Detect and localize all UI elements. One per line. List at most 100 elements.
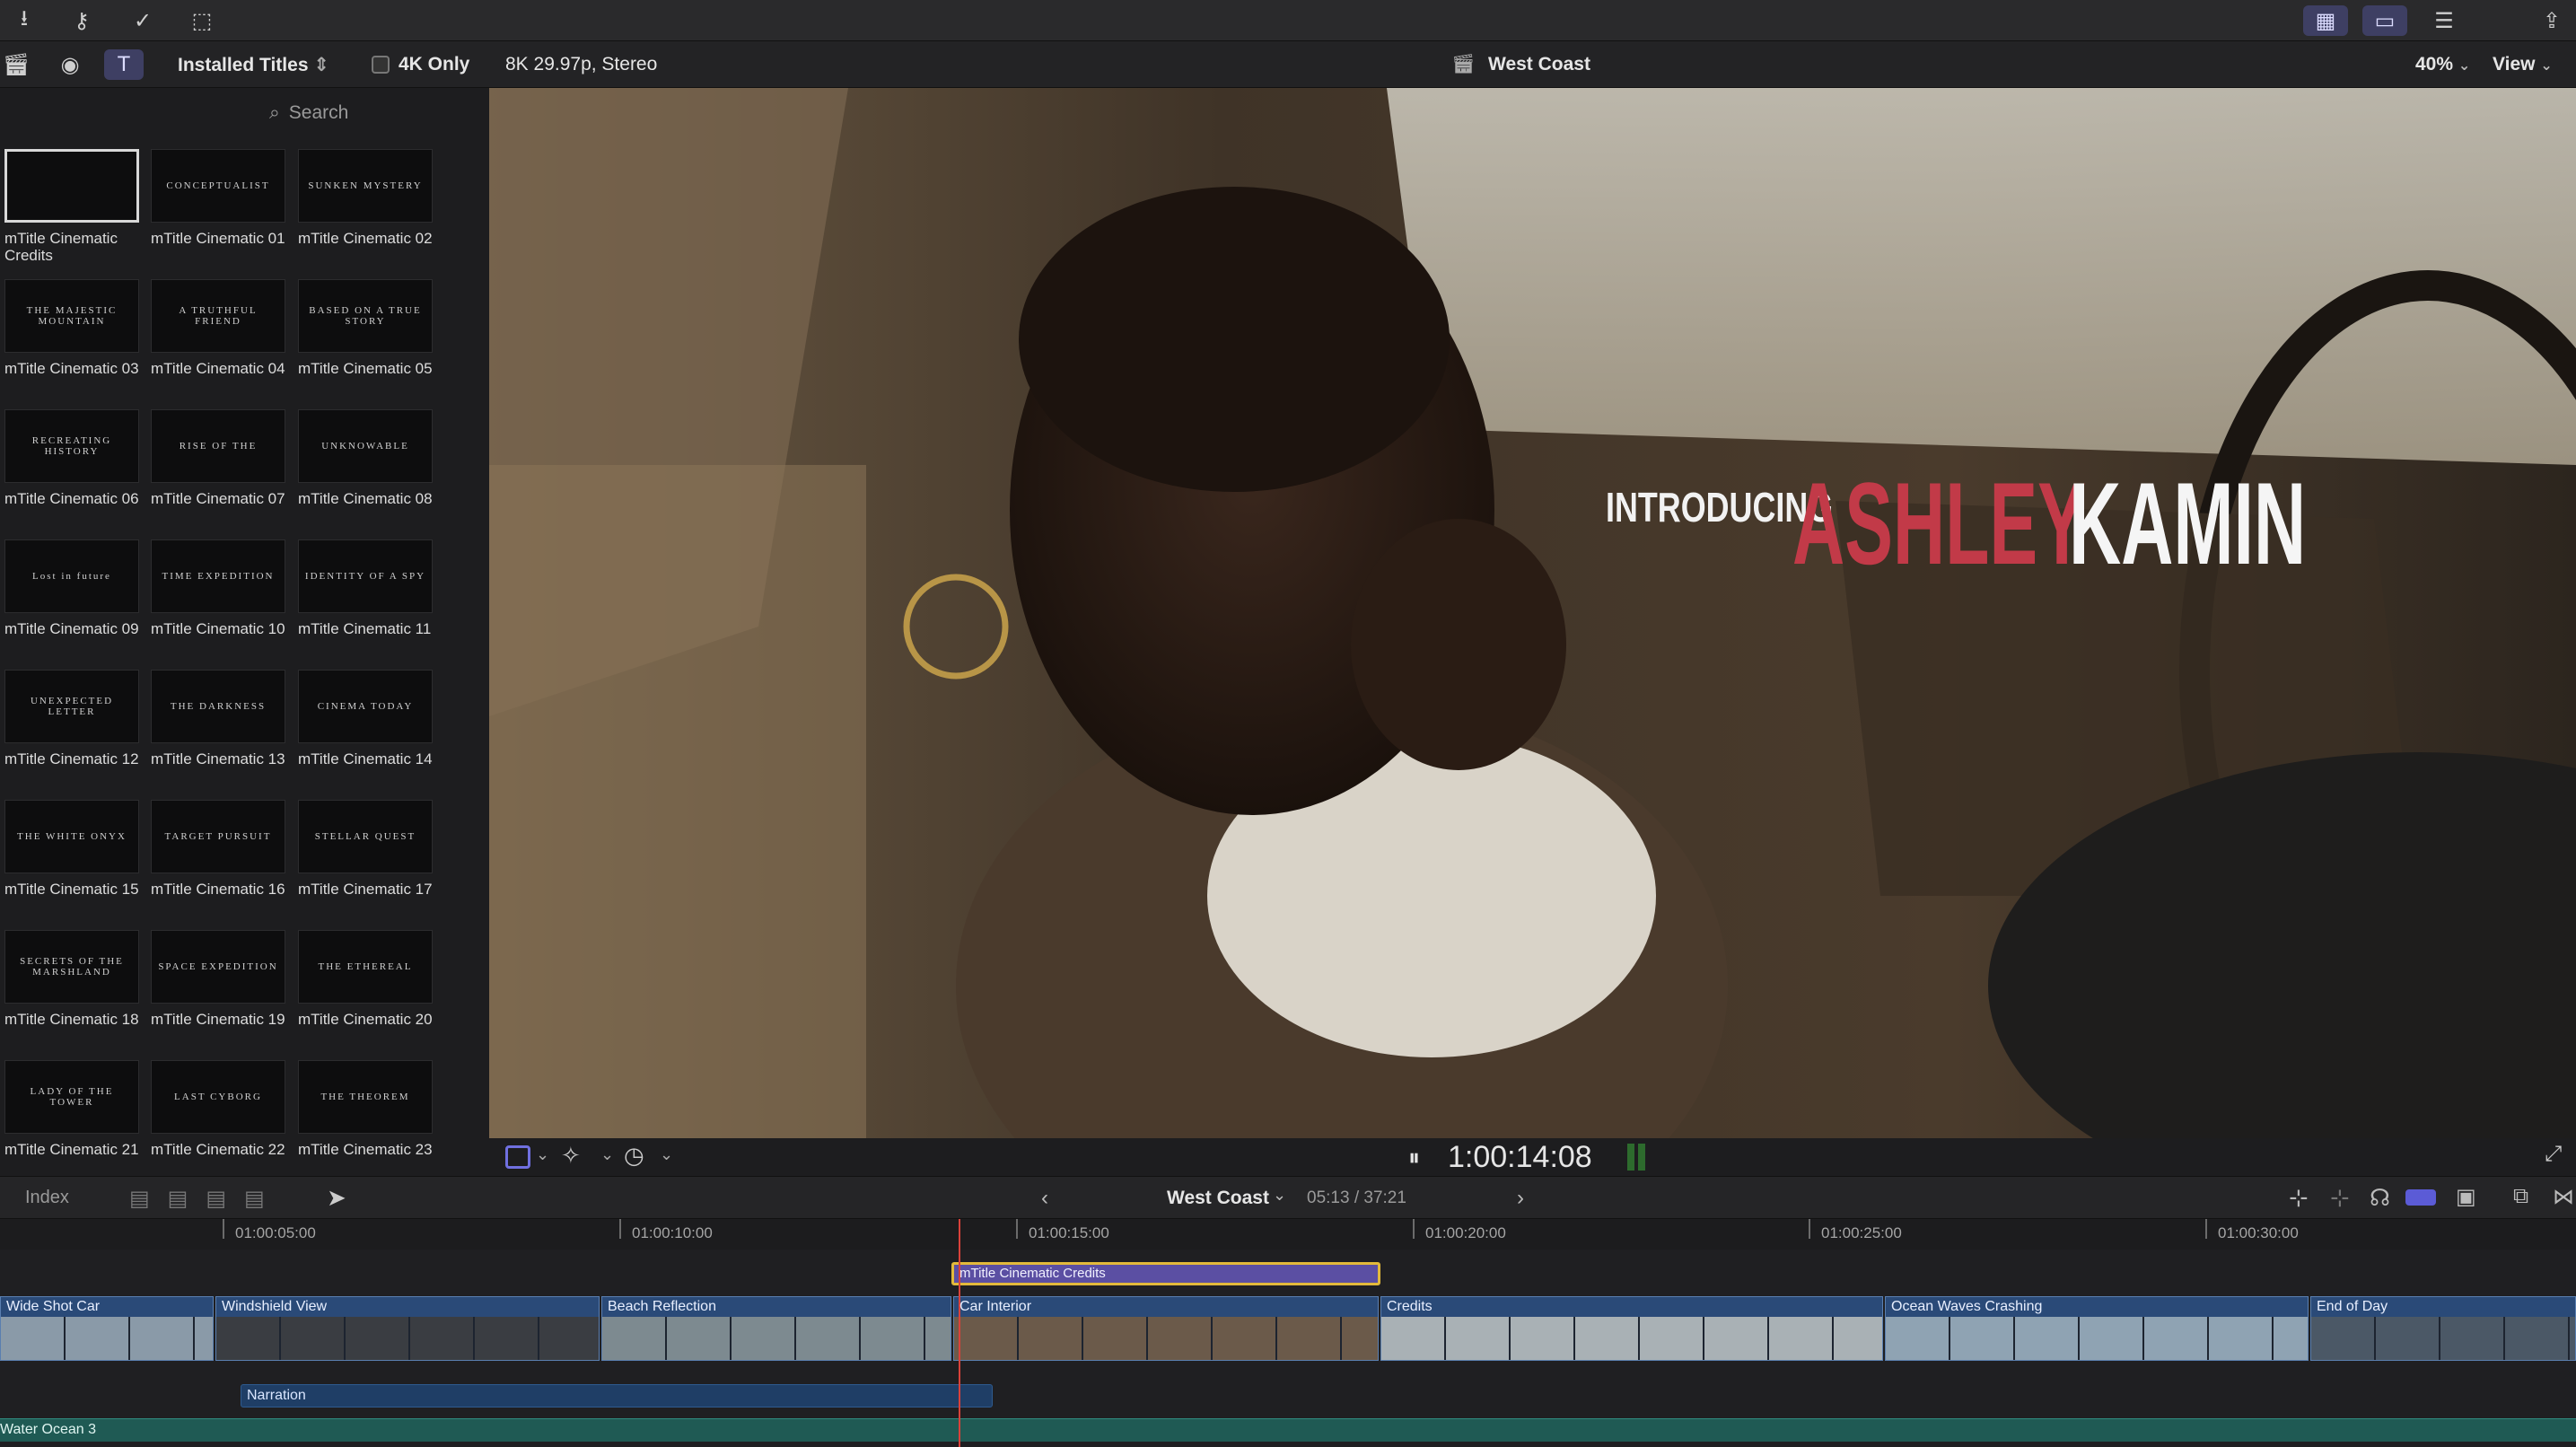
title-tile[interactable]: SECRETS OF THE MARSHLAND mTitle Cinematic… (4, 930, 139, 1028)
title-tile[interactable]: A TRUTHFUL FRIEND mTitle Cinematic 04 (151, 279, 285, 377)
fullscreen-icon[interactable]: ⤢ (2545, 1142, 2562, 1167)
title-tile[interactable]: TARGET PURSUIT mTitle Cinematic 16 (151, 800, 285, 898)
clapper-icon[interactable]: 🎬︎ (0, 49, 32, 80)
storyline-clip[interactable]: Ocean Waves Crashing (1885, 1296, 2309, 1361)
index-button[interactable]: Index (25, 1188, 69, 1208)
ruler-tick (223, 1219, 224, 1239)
title-thumbnail: TIME EXPEDITION (151, 539, 285, 613)
title-tile[interactable]: THE DARKNESS mTitle Cinematic 13 (151, 670, 285, 767)
title-thumbnail: THE DARKNESS (151, 670, 285, 743)
timeline-ruler[interactable]: 01:00:05:00 01:00:10:00 01:00:15:00 01:00:2… (0, 1219, 2576, 1250)
skimming-icon[interactable]: ⊹ (2289, 1184, 2309, 1212)
title-tile[interactable]: THE MAJESTIC MOUNTAIN mTitle Cinematic 03 (4, 279, 139, 377)
title-tile[interactable]: RECREATING HISTORY mTitle Cinematic 06 (4, 409, 139, 507)
select-tool-icon[interactable]: ➤ (327, 1184, 346, 1212)
grid-icon[interactable]: ▦ (2303, 5, 2348, 36)
title-name: mTitle Cinematic 13 (151, 750, 285, 767)
title-tile[interactable]: UNEXPECTED LETTER mTitle Cinematic 12 (4, 670, 139, 767)
ruler-label: 01:00:15:00 (1029, 1224, 1109, 1241)
title-name: mTitle Cinematic 08 (298, 490, 433, 507)
keyword-icon[interactable]: ⚷ (59, 5, 104, 36)
transitions-browser-icon[interactable]: ⋈ (2553, 1184, 2574, 1210)
back-arrow-icon[interactable]: ‹ (1041, 1186, 1048, 1211)
title-tile[interactable]: THE THEOREM mTitle Cinematic 23 (298, 1060, 433, 1158)
title-tile[interactable]: CINEMA TODAY mTitle Cinematic 14 (298, 670, 433, 767)
playhead[interactable] (959, 1219, 960, 1447)
title-thumbnail: SPACE EXPEDITION (151, 930, 285, 1004)
clip-label: Car Interior (959, 1299, 1032, 1314)
timeline-toolbar: Index ▤▤▤▤ ➤ ‹ West Coast ⌄ 05:13 / 37:2… (0, 1176, 2576, 1219)
tag-icon[interactable]: ⬚ (180, 5, 224, 36)
title-tile[interactable]: LADY OF THE TOWER mTitle Cinematic 21 (4, 1060, 139, 1158)
check-icon[interactable]: ✓ (120, 5, 165, 36)
title-tile[interactable]: THE ETHEREAL mTitle Cinematic 20 (298, 930, 433, 1028)
4k-only-checkbox[interactable]: 4K Only (372, 54, 469, 75)
title-thumbnail: TARGET PURSUIT (151, 800, 285, 873)
title-name: mTitle Cinematic 21 (4, 1141, 139, 1158)
storyline-clip[interactable]: Wide Shot Car (0, 1296, 214, 1361)
title-tile[interactable]: THE WHITE ONYX mTitle Cinematic 15 (4, 800, 139, 898)
storyline-clip[interactable]: Windshield View (215, 1296, 600, 1361)
title-tile[interactable]: STELLAR QUEST mTitle Cinematic 17 (298, 800, 433, 898)
photos-icon[interactable]: ◉ (50, 49, 90, 80)
edit-mode-icons[interactable]: ▤▤▤▤ (129, 1186, 283, 1212)
title-tile[interactable]: IDENTITY OF A SPY mTitle Cinematic 11 (298, 539, 433, 637)
ruler-label: 01:00:05:00 (235, 1224, 316, 1241)
music-clip[interactable]: Water Ocean 3 (0, 1418, 2576, 1442)
transform-icon[interactable] (505, 1145, 530, 1169)
title-tile[interactable]: CONCEPTUALIST mTitle Cinematic 01 (151, 149, 285, 247)
import-icon[interactable]: ⭳ (2, 5, 47, 36)
title-name: mTitle Cinematic 22 (151, 1141, 285, 1158)
speed-icon[interactable]: ◷ (624, 1142, 644, 1170)
view-menu[interactable]: View ⌄ (2493, 54, 2553, 75)
chevron-down-icon[interactable]: ⌄ (1273, 1186, 1286, 1205)
viewer-controls: ⌄ ✧ ⌄ ◷ ⌄ ⏸︎ 1:00:14:08 ⤢ (489, 1138, 2576, 1176)
effects-browser-icon[interactable]: ⧉ (2513, 1184, 2528, 1209)
chevron-down-icon[interactable]: ⌄ (660, 1145, 673, 1164)
title-tile[interactable]: RISE OF THE mTitle Cinematic 07 (151, 409, 285, 507)
music-label: Water Ocean 3 (0, 1422, 97, 1437)
title-tile[interactable]: UNKNOWABLE mTitle Cinematic 08 (298, 409, 433, 507)
inspector-icon[interactable]: ☰ (2422, 5, 2466, 36)
zoom-select[interactable]: 40% ⌄ (2415, 54, 2470, 75)
titles-icon[interactable]: T (104, 49, 144, 80)
chevron-down-icon[interactable]: ⌄ (536, 1145, 549, 1164)
title-thumbnail: THE MAJESTIC MOUNTAIN (4, 279, 139, 353)
storyline-clip[interactable]: Beach Reflection (601, 1296, 951, 1361)
category-select[interactable]: Installed Titles ⇕ (178, 54, 329, 76)
pause-icon[interactable]: ⏸︎ (1408, 1144, 1420, 1172)
checkbox-icon (372, 56, 390, 74)
chevron-down-icon[interactable]: ⌄ (600, 1145, 614, 1164)
title-thumbnail: BASED ON A TRUE STORY (298, 279, 433, 353)
title-thumbnail: LADY OF THE TOWER (4, 1060, 139, 1134)
timecode-display[interactable]: 1:00:14:08 (1448, 1140, 1592, 1175)
narration-label: Narration (247, 1388, 306, 1403)
ruler-label: 01:00:10:00 (632, 1224, 713, 1241)
title-tile[interactable]: SPACE EXPEDITION mTitle Cinematic 19 (151, 930, 285, 1028)
storyline-clip[interactable]: Car Interior (953, 1296, 1379, 1361)
narration-clip[interactable]: Narration (241, 1384, 993, 1408)
timeline-tracks: mTitle Cinematic Credits Wide Shot Car Wi… (0, 1219, 2576, 1447)
title-tile[interactable]: BASED ON A TRUE STORY mTitle Cinematic 05 (298, 279, 433, 377)
title-tile[interactable]: TIME EXPEDITION mTitle Cinematic 10 (151, 539, 285, 637)
clip-appearance-icon[interactable]: ▣ (2456, 1184, 2476, 1210)
magic-wand-icon[interactable]: ✧ (561, 1142, 581, 1170)
title-tile[interactable]: mTitle Cinematic Credits (4, 149, 139, 264)
title-tile[interactable]: SUNKEN MYSTERY mTitle Cinematic 02 (298, 149, 433, 247)
share-icon[interactable]: ⇪ (2529, 5, 2574, 36)
storyline-clip[interactable]: End of Day (2310, 1296, 2576, 1361)
storyline-clip[interactable]: Credits (1380, 1296, 1883, 1361)
title-tile[interactable]: Lost in future mTitle Cinematic 09 (4, 539, 139, 637)
search-icon: ⌕ (269, 102, 280, 123)
title-tile[interactable]: LAST CYBORG mTitle Cinematic 22 (151, 1060, 285, 1158)
title-clip-label: mTitle Cinematic Credits (959, 1266, 1106, 1281)
snapping-icon[interactable] (2405, 1189, 2436, 1206)
title-clip[interactable]: mTitle Cinematic Credits (951, 1262, 1380, 1285)
search-field[interactable]: ⌕ Search (260, 95, 476, 131)
timeline-project[interactable]: West Coast (1167, 1188, 1269, 1209)
solo-icon[interactable]: ☊ (2370, 1184, 2390, 1212)
clip-label: Wide Shot Car (6, 1299, 101, 1314)
forward-arrow-icon[interactable]: › (1517, 1186, 1524, 1211)
filmstrip-icon[interactable]: ▭ (2362, 5, 2407, 36)
audio-skimming-icon[interactable]: ⊹ (2330, 1184, 2350, 1212)
